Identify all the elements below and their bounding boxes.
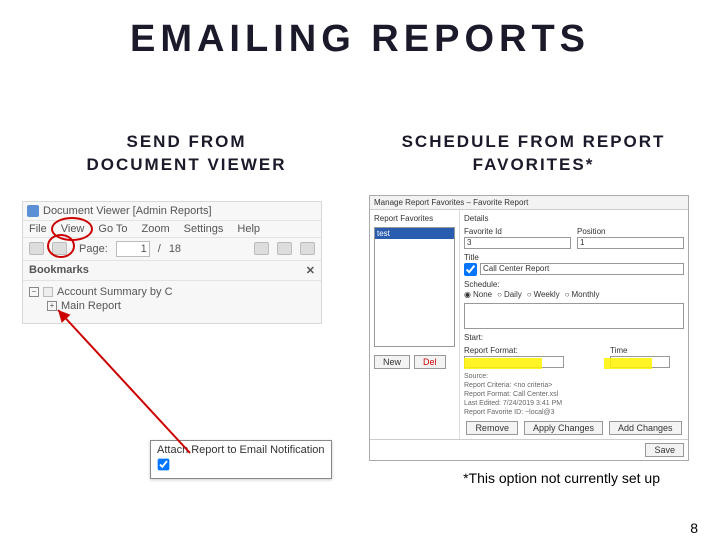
- bookmarks-tree: − Account Summary by C + Main Report: [23, 281, 321, 323]
- bookmarks-close-icon[interactable]: ✕: [306, 264, 315, 277]
- reportformat-field[interactable]: [464, 356, 564, 368]
- favwin-left-panel: Report Favorites test New Del: [370, 210, 460, 439]
- menu-zoom[interactable]: Zoom: [142, 223, 170, 235]
- paste-icon[interactable]: [277, 242, 292, 255]
- delete-favorite-button[interactable]: Del: [414, 355, 446, 369]
- reportformat-label: Report Format:: [464, 346, 564, 355]
- schedule-label: Schedule:: [464, 280, 684, 289]
- docviewer-menubar: File View Go To Zoom Settings Help: [23, 221, 321, 238]
- details-label: Details: [464, 214, 684, 223]
- bookmarks-header: Bookmarks ✕: [23, 261, 321, 281]
- position-field[interactable]: 1: [577, 237, 684, 249]
- col-left-heading-line1: SEND FROM: [22, 131, 351, 154]
- col-right-heading-line1: SCHEDULE FROM REPORT: [369, 131, 698, 154]
- footnote: *This option not currently set up: [463, 470, 660, 486]
- favoriteid-field[interactable]: 3: [464, 237, 571, 249]
- save-button[interactable]: Save: [645, 443, 684, 457]
- favoriteid-label: Favorite Id: [464, 227, 571, 236]
- attach-report-popup: Attach Report to Email Notification: [150, 440, 332, 479]
- menu-goto[interactable]: Go To: [98, 223, 127, 235]
- radio-daily[interactable]: ○ Daily: [497, 290, 522, 299]
- col-right-heading-line2: FAVORITES*: [369, 154, 698, 177]
- tree-collapse-icon[interactable]: −: [29, 287, 39, 297]
- menu-settings[interactable]: Settings: [184, 223, 224, 235]
- title-label: Title: [464, 253, 684, 262]
- menu-file[interactable]: File: [29, 223, 47, 235]
- copy-icon[interactable]: [254, 242, 269, 255]
- page-number: 8: [690, 520, 698, 536]
- menu-view[interactable]: View: [61, 223, 85, 235]
- docviewer-title: Document Viewer [Admin Reports]: [43, 205, 212, 217]
- page-current-field[interactable]: 1: [116, 241, 150, 257]
- col-send-from-docviewer: SEND FROM DOCUMENT VIEWER Document Viewe…: [22, 131, 351, 461]
- page-label: Page:: [79, 243, 108, 255]
- favorites-selected-item[interactable]: test: [375, 228, 454, 239]
- slide-title: EMAILING REPORTS: [0, 18, 720, 61]
- tree-root-label: Account Summary by C: [57, 286, 173, 298]
- page-sep: /: [158, 243, 161, 255]
- add-changes-button[interactable]: Add Changes: [609, 421, 682, 435]
- remove-button[interactable]: Remove: [466, 421, 518, 435]
- document-viewer-screenshot: Document Viewer [Admin Reports] File Vie…: [22, 201, 322, 324]
- attach-report-label: Attach Report to Email Notification: [157, 444, 325, 456]
- tree-root-row[interactable]: − Account Summary by C: [29, 285, 315, 299]
- start-label: Start:: [464, 333, 684, 342]
- radio-weekly[interactable]: ○ Weekly: [527, 290, 560, 299]
- favwin-right-panel: Details Favorite Id 3 Position 1 Tit: [460, 210, 688, 439]
- tree-child-row[interactable]: + Main Report: [29, 299, 315, 313]
- time-label: Time: [610, 346, 670, 355]
- menu-view-label: View: [61, 223, 85, 235]
- title-field[interactable]: Call Center Report: [480, 263, 684, 275]
- open-icon[interactable]: [29, 242, 44, 255]
- print-icon[interactable]: [52, 242, 67, 255]
- tree-child-label: Main Report: [61, 300, 121, 312]
- position-label: Position: [577, 227, 684, 236]
- schedule-details-box[interactable]: [464, 303, 684, 329]
- col-left-heading: SEND FROM DOCUMENT VIEWER: [22, 131, 351, 177]
- report-favorites-label: Report Favorites: [374, 214, 455, 223]
- favwin-title: Manage Report Favorites – Favorite Repor…: [370, 196, 688, 210]
- page-total: 18: [169, 243, 181, 255]
- col-right-heading: SCHEDULE FROM REPORT FAVORITES*: [369, 131, 698, 177]
- find-icon[interactable]: [300, 242, 315, 255]
- tree-expand-icon[interactable]: +: [47, 301, 57, 311]
- bookmarks-label: Bookmarks: [29, 264, 89, 276]
- tree-doc-icon: [43, 287, 53, 297]
- time-field[interactable]: [610, 356, 670, 368]
- radio-monthly[interactable]: ○ Monthly: [565, 290, 600, 299]
- favorites-window: Manage Report Favorites – Favorite Repor…: [369, 195, 689, 461]
- title-enable-checkbox[interactable]: [464, 263, 477, 276]
- radio-none[interactable]: ◉ None: [464, 290, 492, 299]
- favorites-listbox[interactable]: test: [374, 227, 455, 347]
- attach-report-checkbox[interactable]: [158, 459, 170, 471]
- source-block: Source: Report Criteria: <no criteria> R…: [464, 372, 684, 417]
- docviewer-toolbar: Page: 1 / 18: [23, 238, 321, 261]
- apply-changes-button[interactable]: Apply Changes: [524, 421, 603, 435]
- new-favorite-button[interactable]: New: [374, 355, 410, 369]
- docviewer-titlebar: Document Viewer [Admin Reports]: [23, 202, 321, 221]
- docviewer-app-icon: [27, 205, 39, 217]
- menu-help[interactable]: Help: [237, 223, 260, 235]
- col-left-heading-line2: DOCUMENT VIEWER: [22, 154, 351, 177]
- col-schedule-favorites: SCHEDULE FROM REPORT FAVORITES* Manage R…: [369, 131, 698, 461]
